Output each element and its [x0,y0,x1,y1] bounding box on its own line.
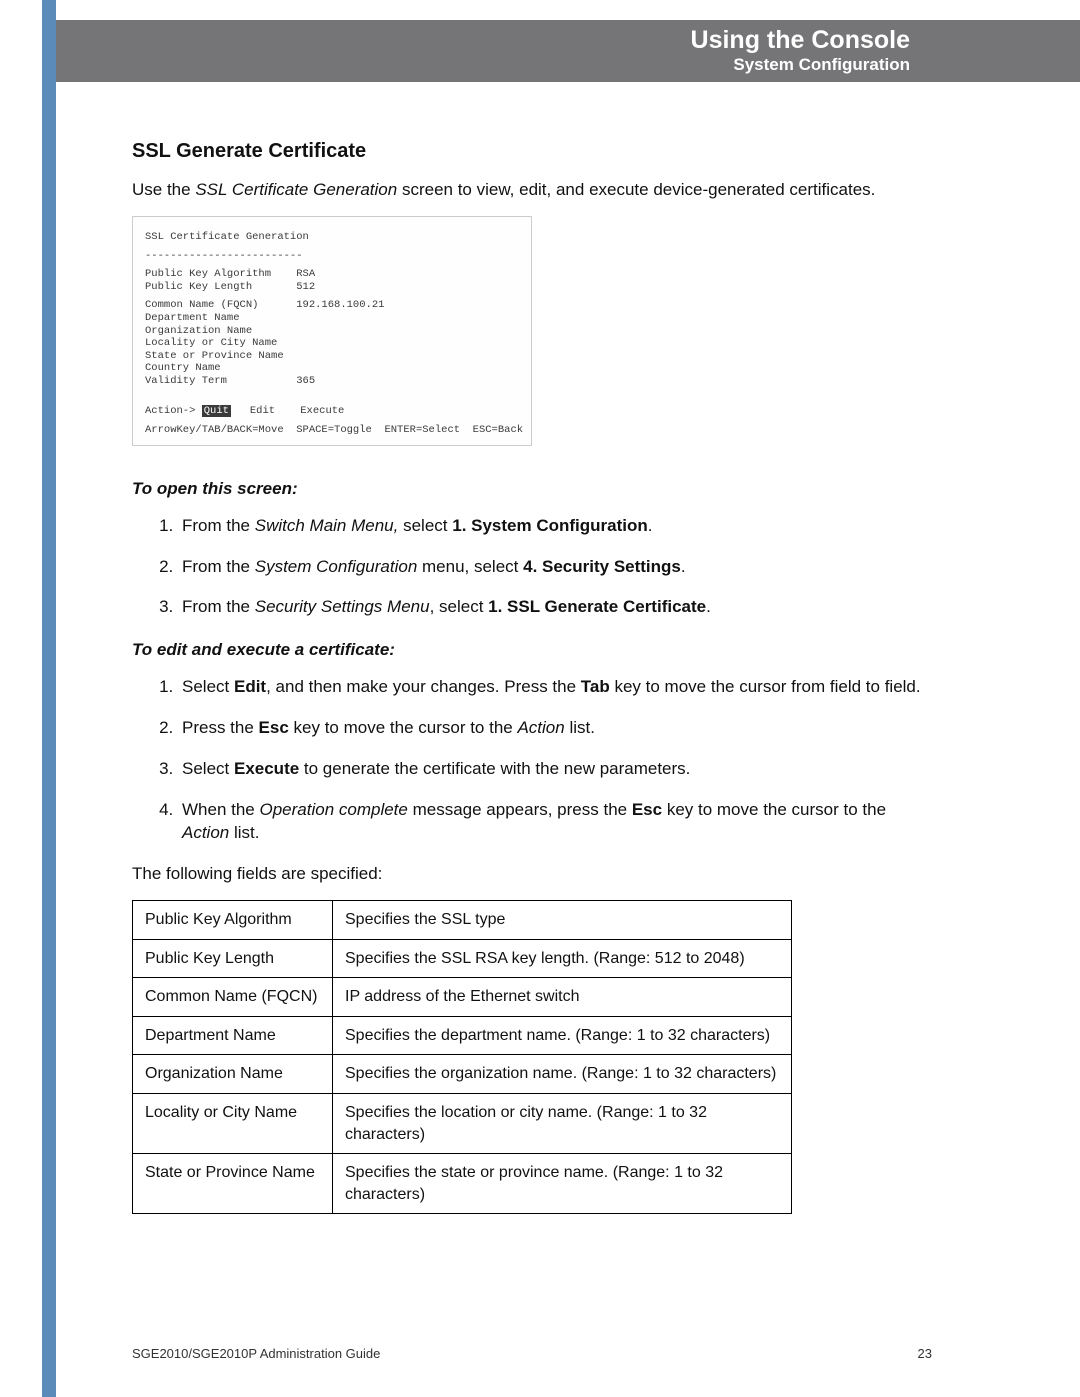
table-row: Organization NameSpecifies the organizat… [133,1055,792,1094]
screen-name: SSL Certificate Generation [195,180,397,199]
console-field-row: Common Name (FQCN) 192.168.100.21 [145,299,519,312]
console-field-row: Validity Term 365 [145,375,519,388]
field-desc: IP address of the Ethernet switch [333,978,792,1017]
field-name: Organization Name [133,1055,333,1094]
field-desc: Specifies the SSL type [333,900,792,939]
table-row: State or Province NameSpecifies the stat… [133,1154,792,1214]
section-title: System Configuration [56,55,910,75]
table-row: Public Key LengthSpecifies the SSL RSA k… [133,939,792,978]
field-desc: Specifies the department name. (Range: 1… [333,1016,792,1055]
field-desc: Specifies the location or city name. (Ra… [333,1093,792,1153]
field-name: Department Name [133,1016,333,1055]
console-separator: ------------------------- [145,250,519,263]
page-header: Using the Console System Configuration [56,20,1080,82]
open-steps: From the Switch Main Menu, select 1. Sys… [132,515,932,620]
edit-step-4: When the Operation complete message appe… [178,799,932,845]
console-field-row: Public Key Algorithm RSA [145,268,519,281]
console-action-selected: Quit [202,405,231,417]
edit-step-2: Press the Esc key to move the cursor to … [178,717,932,740]
console-action-line: Action-> Quit Edit Execute [145,405,519,418]
subhead-open: To open this screen: [132,478,932,501]
console-field-row: State or Province Name [145,350,519,363]
open-step-1: From the Switch Main Menu, select 1. Sys… [178,515,932,538]
page-footer: SGE2010/SGE2010P Administration Guide 23 [132,1346,932,1361]
edit-step-3: Select Execute to generate the certifica… [178,758,932,781]
table-row: Locality or City NameSpecifies the locat… [133,1093,792,1153]
field-desc: Specifies the organization name. (Range:… [333,1055,792,1094]
console-field-row: Locality or City Name [145,337,519,350]
console-help-line: ArrowKey/TAB/BACK=Move SPACE=Toggle ENTE… [145,424,519,437]
fields-table: Public Key AlgorithmSpecifies the SSL ty… [132,900,792,1214]
console-field-row: Country Name [145,362,519,375]
page-title: SSL Generate Certificate [132,138,932,165]
field-name: State or Province Name [133,1154,333,1214]
footer-page-number: 23 [918,1346,932,1361]
field-desc: Specifies the SSL RSA key length. (Range… [333,939,792,978]
console-screenshot: SSL Certificate Generation -------------… [132,216,532,446]
edit-steps: Select Edit, and then make your changes.… [132,676,932,845]
console-field-row: Public Key Length 512 [145,281,519,294]
open-step-3: From the Security Settings Menu, select … [178,596,932,619]
field-desc: Specifies the state or province name. (R… [333,1154,792,1214]
side-accent-bar [42,0,56,1397]
subhead-edit: To edit and execute a certificate: [132,639,932,662]
page-content: SSL Generate Certificate Use the SSL Cer… [132,138,932,1214]
console-title: SSL Certificate Generation [145,231,519,244]
table-row: Common Name (FQCN)IP address of the Ethe… [133,978,792,1017]
fields-intro: The following fields are specified: [132,863,932,886]
chapter-title: Using the Console [56,26,910,55]
console-field-row: Department Name [145,312,519,325]
intro-paragraph: Use the SSL Certificate Generation scree… [132,179,932,202]
edit-step-1: Select Edit, and then make your changes.… [178,676,932,699]
console-field-row: Organization Name [145,325,519,338]
field-name: Common Name (FQCN) [133,978,333,1017]
field-name: Locality or City Name [133,1093,333,1153]
open-step-2: From the System Configuration menu, sele… [178,556,932,579]
footer-guide: SGE2010/SGE2010P Administration Guide [132,1346,380,1361]
field-name: Public Key Length [133,939,333,978]
table-row: Public Key AlgorithmSpecifies the SSL ty… [133,900,792,939]
table-row: Department NameSpecifies the department … [133,1016,792,1055]
field-name: Public Key Algorithm [133,900,333,939]
